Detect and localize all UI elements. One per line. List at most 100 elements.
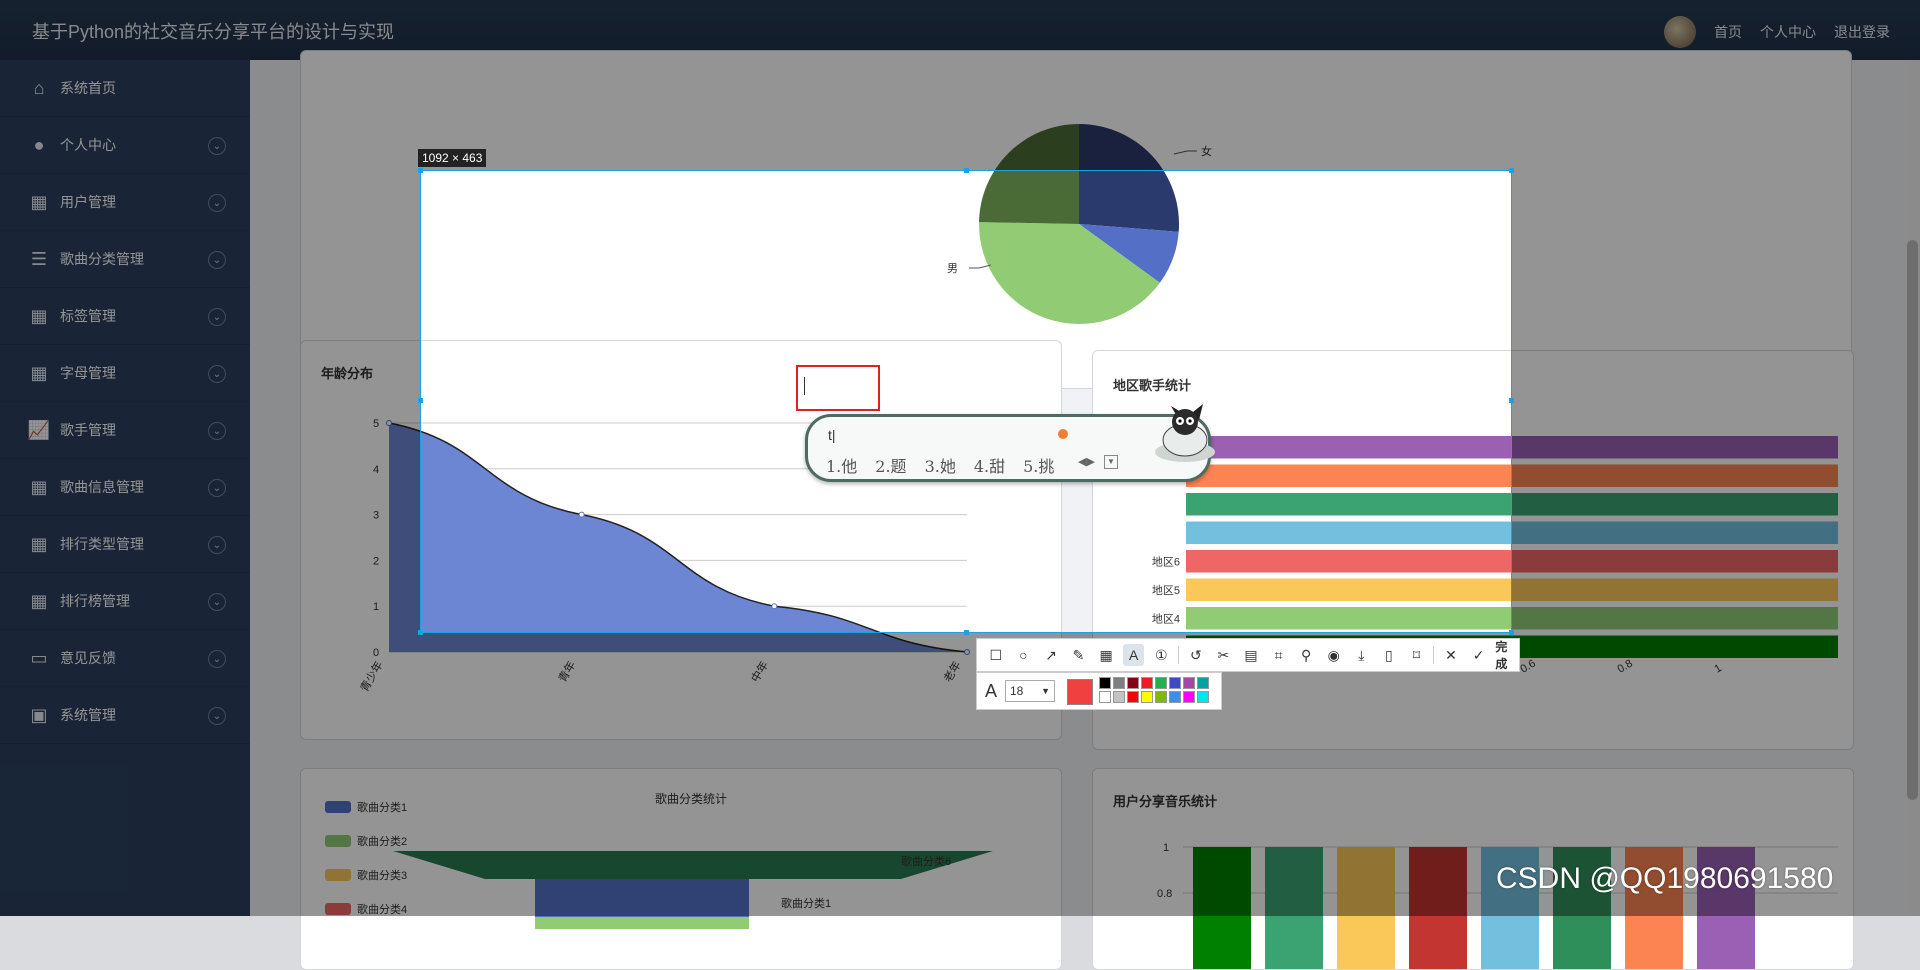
pin-icon[interactable]: ⚲ bbox=[1295, 644, 1317, 666]
font-size-select[interactable]: 18 ▼ bbox=[1005, 680, 1055, 702]
sidebar-item-label: 歌曲分类管理 bbox=[60, 251, 144, 267]
color-swatch[interactable] bbox=[1169, 677, 1181, 689]
monitor-icon: ▭ bbox=[30, 647, 48, 668]
y-tick-label: 0.8 bbox=[1157, 888, 1172, 900]
category-funnel-chart: 歌曲分类1 歌曲分类2 歌曲分类3 歌曲分类4 歌曲分类统计歌曲分类6 歌曲分类1 bbox=[325, 791, 993, 929]
x-tick-label: 青少年 bbox=[357, 659, 386, 695]
ime-candidate-window: t| 1.他 2.题 3.她 4.甜 5.挑 ◀▶ ▼ bbox=[805, 404, 1215, 482]
pen-tool-icon[interactable]: ✎ bbox=[1068, 644, 1090, 666]
bookmark-icon[interactable]: ⌑ bbox=[1406, 644, 1428, 666]
sidebar-item[interactable]: ⌂ 系统首页 bbox=[0, 60, 250, 117]
color-swatch[interactable] bbox=[1127, 691, 1139, 703]
nav-logout-link[interactable]: 退出登录 bbox=[1834, 22, 1890, 42]
color-swatch[interactable] bbox=[1155, 691, 1167, 703]
sidebar-item[interactable]: ▦ 歌曲信息管理 ⌄ bbox=[0, 459, 250, 516]
color-swatch[interactable] bbox=[1127, 677, 1139, 689]
rectangle-tool-icon[interactable]: ☐ bbox=[985, 644, 1007, 666]
download-icon[interactable]: ⤓ bbox=[1351, 644, 1373, 666]
toolbar-divider bbox=[1433, 646, 1435, 664]
check-icon[interactable]: ✓ bbox=[1468, 644, 1490, 666]
app-title: 基于Python的社交音乐分享平台的设计与实现 bbox=[32, 22, 395, 42]
color-swatch[interactable] bbox=[1183, 677, 1195, 689]
color-swatch[interactable] bbox=[1099, 677, 1111, 689]
ellipse-tool-icon[interactable]: ○ bbox=[1013, 644, 1035, 666]
undo-icon[interactable]: ↺ bbox=[1185, 644, 1207, 666]
pie-label: 女 bbox=[1201, 144, 1212, 158]
grid-icon: ▦ bbox=[30, 362, 48, 383]
record-icon[interactable]: ◉ bbox=[1323, 644, 1345, 666]
sidebar-item[interactable]: ▦ 字母管理 ⌄ bbox=[0, 345, 250, 402]
page-scrollbar[interactable] bbox=[1905, 60, 1920, 916]
ime-input-text: t| bbox=[828, 427, 836, 443]
scrollbar-thumb[interactable] bbox=[1907, 240, 1918, 800]
sidebar-item[interactable]: ▦ 用户管理 ⌄ bbox=[0, 174, 250, 231]
legend-swatch bbox=[325, 801, 351, 813]
nav-home-link[interactable]: 首页 bbox=[1714, 22, 1742, 42]
legend-label: 歌曲分类4 bbox=[357, 902, 407, 916]
sidebar-item-label: 字母管理 bbox=[60, 365, 116, 381]
color-swatch[interactable] bbox=[1099, 691, 1111, 703]
resize-handle[interactable] bbox=[418, 398, 423, 403]
text-tool-icon[interactable]: A bbox=[1122, 644, 1145, 666]
chevron-down-icon: ⌄ bbox=[208, 308, 226, 326]
y-tick-label: 5 bbox=[373, 418, 379, 430]
color-palette bbox=[1099, 677, 1219, 705]
mosaic-tool-icon[interactable]: ▦ bbox=[1095, 644, 1117, 666]
sidebar-item[interactable]: ☰ 歌曲分类管理 ⌄ bbox=[0, 231, 250, 288]
resize-handle[interactable] bbox=[1509, 398, 1514, 403]
sidebar-item[interactable]: 📈 歌手管理 ⌄ bbox=[0, 402, 250, 459]
screenshot-selection[interactable] bbox=[418, 168, 1514, 635]
text-style-toolbar: A 18 ▼ bbox=[976, 672, 1222, 710]
x-tick-label: 老年 bbox=[940, 659, 963, 685]
resize-handle[interactable] bbox=[418, 168, 423, 173]
color-swatch[interactable] bbox=[1141, 691, 1153, 703]
color-swatch[interactable] bbox=[1197, 691, 1209, 703]
color-swatch[interactable] bbox=[1155, 677, 1167, 689]
scan-icon[interactable]: ⌗ bbox=[1268, 644, 1290, 666]
sidebar-item[interactable]: ▦ 标签管理 ⌄ bbox=[0, 288, 250, 345]
color-swatch[interactable] bbox=[1113, 677, 1125, 689]
resize-handle[interactable] bbox=[1509, 168, 1514, 173]
arrow-tool-icon[interactable]: ↗ bbox=[1040, 644, 1062, 666]
number-tool-icon[interactable]: ① bbox=[1150, 644, 1172, 666]
chevron-down-icon: ⌄ bbox=[208, 479, 226, 497]
sidebar: ⌂ 系统首页 ● 个人中心 ⌄ ▦ 用户管理 ⌄ ☰ 歌曲分类管理 ⌄ ▦ 标签管理 ⌄ ▦ 字母管理 ⌄ 📈 歌手… bbox=[0, 60, 250, 916]
color-swatch[interactable] bbox=[1141, 677, 1153, 689]
ime-candidate[interactable]: 1.他 bbox=[826, 453, 857, 477]
resize-handle[interactable] bbox=[964, 630, 969, 635]
sidebar-item-label: 歌手管理 bbox=[60, 422, 116, 438]
phone-icon[interactable]: ▯ bbox=[1378, 644, 1400, 666]
color-swatch[interactable] bbox=[1183, 691, 1195, 703]
sidebar-item[interactable]: ● 个人中心 ⌄ bbox=[0, 117, 250, 174]
nav-profile-link[interactable]: 个人中心 bbox=[1760, 22, 1816, 42]
color-swatch[interactable] bbox=[1113, 691, 1125, 703]
cut-icon[interactable]: ✂ bbox=[1213, 644, 1235, 666]
sidebar-item[interactable]: ▭ 意见反馈 ⌄ bbox=[0, 630, 250, 687]
ime-candidate[interactable]: 5.挑 bbox=[1023, 453, 1054, 477]
resize-handle[interactable] bbox=[1509, 630, 1514, 635]
ime-page-arrows-icon[interactable]: ◀▶ bbox=[1078, 455, 1095, 468]
ocr-icon[interactable]: ▤ bbox=[1240, 644, 1262, 666]
ime-candidate[interactable]: 4.甜 bbox=[974, 453, 1005, 477]
bar bbox=[1337, 847, 1395, 969]
sidebar-item-label: 用户管理 bbox=[60, 194, 116, 210]
ime-candidate[interactable]: 3.她 bbox=[925, 453, 956, 477]
ime-candidate[interactable]: 2.题 bbox=[875, 453, 906, 477]
chart-icon: 📈 bbox=[27, 419, 51, 440]
sidebar-item[interactable]: ▣ 系统管理 ⌄ bbox=[0, 687, 250, 744]
current-color-swatch[interactable] bbox=[1067, 679, 1093, 705]
resize-handle[interactable] bbox=[964, 168, 969, 173]
close-icon[interactable]: ✕ bbox=[1440, 644, 1462, 666]
y-tick-label: 4 bbox=[373, 464, 379, 476]
color-swatch[interactable] bbox=[1169, 691, 1181, 703]
color-swatch[interactable] bbox=[1197, 677, 1209, 689]
pie-label-line bbox=[1173, 150, 1197, 155]
sidebar-item[interactable]: ▦ 排行类型管理 ⌄ bbox=[0, 516, 250, 573]
done-button[interactable]: 完成 bbox=[1495, 638, 1519, 672]
chart-title: 歌曲分类统计 bbox=[655, 791, 727, 806]
text-annotation-box[interactable] bbox=[796, 365, 880, 411]
avatar[interactable] bbox=[1664, 16, 1696, 48]
sidebar-item[interactable]: ▦ 排行榜管理 ⌄ bbox=[0, 573, 250, 630]
ime-expand-icon[interactable]: ▼ bbox=[1104, 455, 1118, 469]
resize-handle[interactable] bbox=[418, 630, 423, 635]
